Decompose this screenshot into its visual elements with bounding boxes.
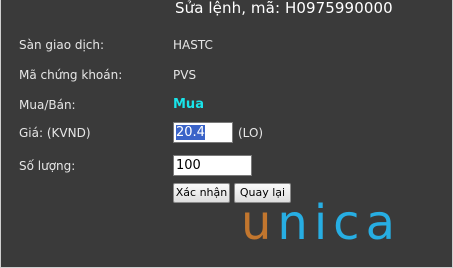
confirm-button[interactable]: Xác nhận <box>173 183 230 203</box>
watermark-rest: nica <box>277 195 401 251</box>
symbol-value: PVS <box>173 68 197 82</box>
price-label: Giá: (KVND) <box>19 126 91 140</box>
quantity-input[interactable]: 100 <box>173 155 252 176</box>
page-title: Sửa lệnh, mã: H0975990000 <box>175 0 393 17</box>
order-edit-panel: Sửa lệnh, mã: H0975990000 Sàn giao dịch:… <box>0 0 453 268</box>
price-input-value: 20.4 <box>176 125 205 140</box>
quantity-input-value: 100 <box>176 158 201 173</box>
side-label: Mua/Bán: <box>19 98 76 112</box>
quantity-label: Số lượng: <box>19 159 76 173</box>
unica-watermark-logo: unica <box>241 199 401 247</box>
exchange-value: HASTC <box>173 38 213 52</box>
exchange-label: Sàn giao dịch: <box>19 38 105 52</box>
side-value: Mua <box>173 97 204 112</box>
price-order-type: (LO) <box>238 126 264 140</box>
watermark-first-letter: u <box>241 195 278 251</box>
price-input[interactable]: 20.4 <box>173 122 233 143</box>
symbol-label: Mã chứng khoán: <box>19 68 123 82</box>
